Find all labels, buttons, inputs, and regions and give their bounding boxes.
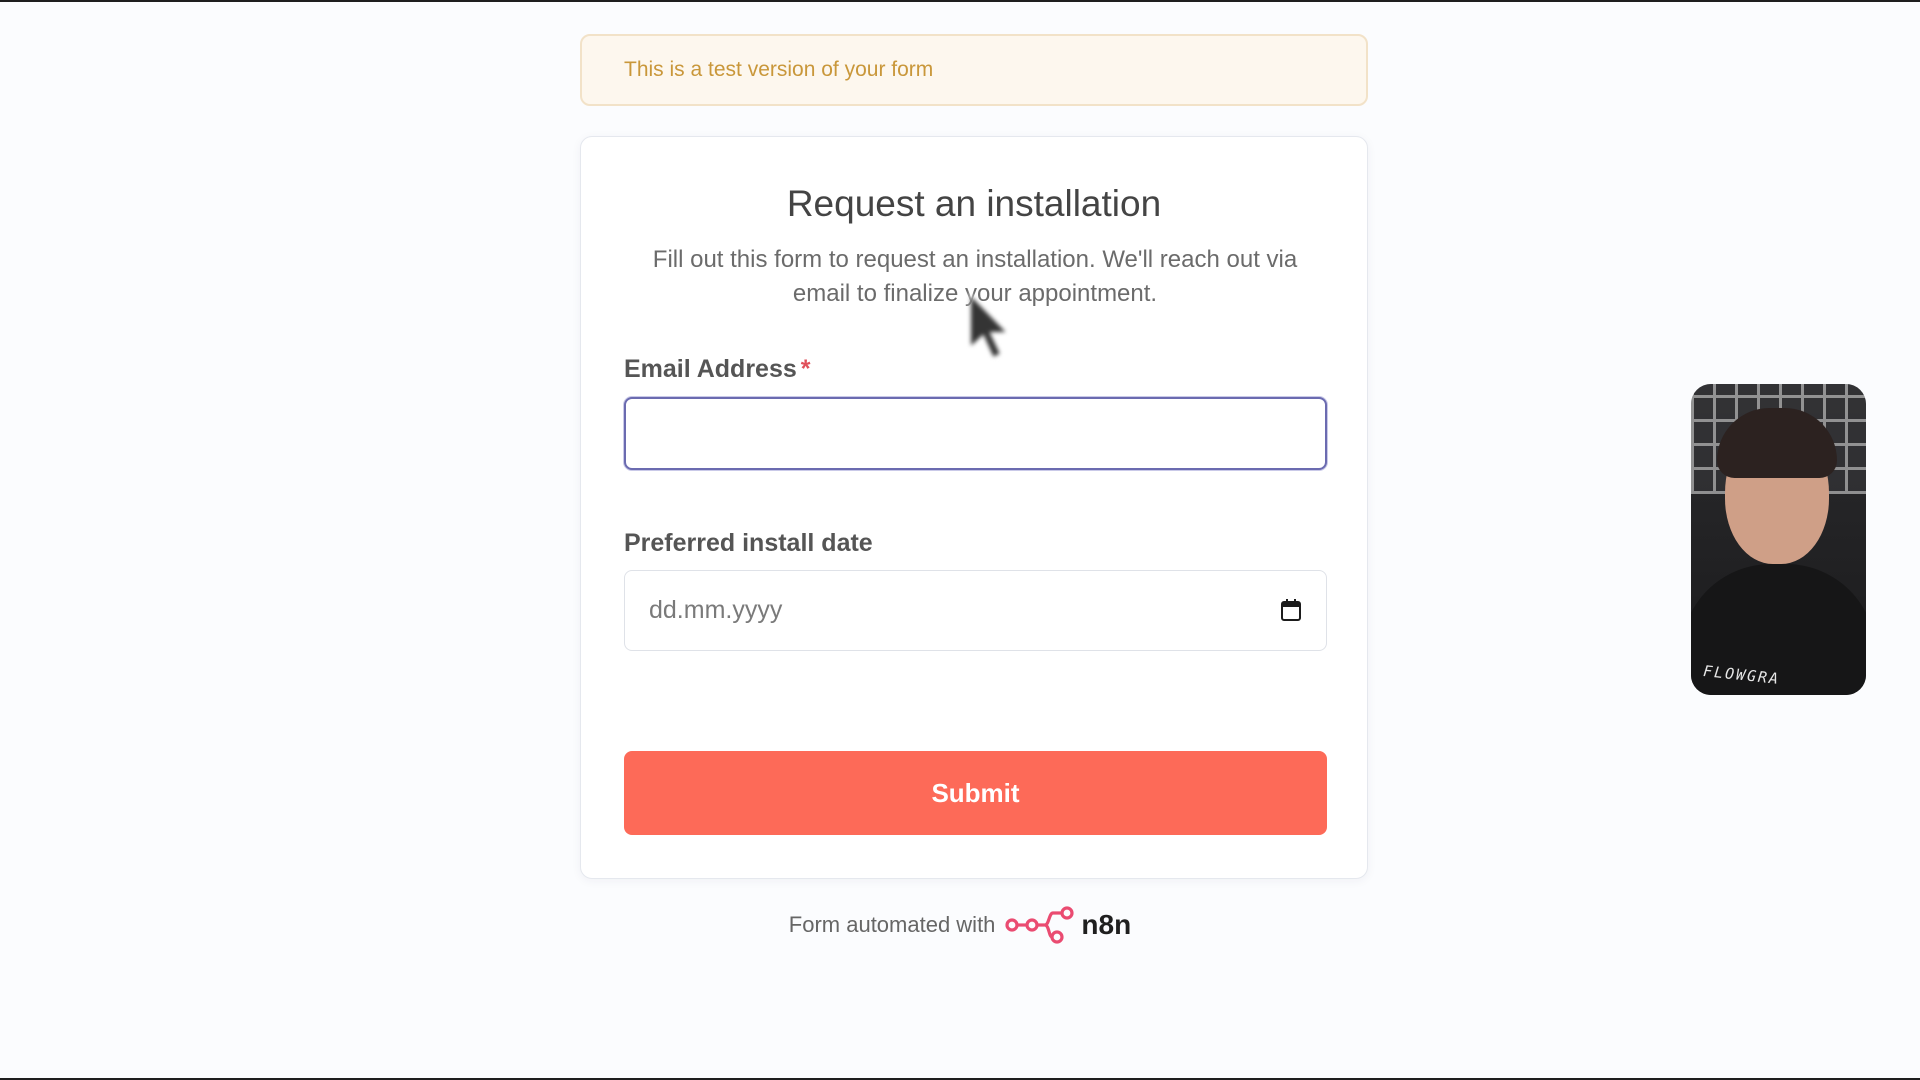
mouse-cursor-icon bbox=[969, 292, 1011, 360]
n8n-logo-icon[interactable] bbox=[1005, 906, 1075, 944]
top-divider bbox=[0, 0, 1920, 2]
n8n-brand-name[interactable]: n8n bbox=[1081, 909, 1131, 941]
preferred-install-date-input[interactable]: dd.mm.yyyy bbox=[624, 570, 1327, 651]
calendar-icon[interactable] bbox=[1281, 599, 1301, 621]
form-title: Request an installation bbox=[786, 183, 1162, 224]
email-address-input[interactable] bbox=[624, 397, 1327, 470]
form-footer: Form automated with n8n bbox=[0, 905, 1920, 945]
webcam-overlay: FLOWGRA bbox=[1691, 384, 1866, 695]
submit-button-label: Submit bbox=[931, 777, 1020, 808]
test-version-banner-text: This is a test version of your form bbox=[624, 58, 934, 81]
date-placeholder: dd.mm.yyyy bbox=[649, 596, 783, 624]
footer-text: Form automated with bbox=[788, 912, 996, 937]
email-address-label-text: Email Address bbox=[624, 355, 797, 383]
preferred-install-date-label: Preferred install date bbox=[624, 529, 873, 557]
installation-form: Request an installation Fill out this fo… bbox=[580, 136, 1368, 879]
submit-button[interactable]: Submit bbox=[624, 751, 1327, 835]
required-asterisk: * bbox=[800, 355, 811, 383]
email-address-label: Email Address * bbox=[624, 355, 811, 384]
test-version-banner: This is a test version of your form bbox=[580, 34, 1368, 106]
